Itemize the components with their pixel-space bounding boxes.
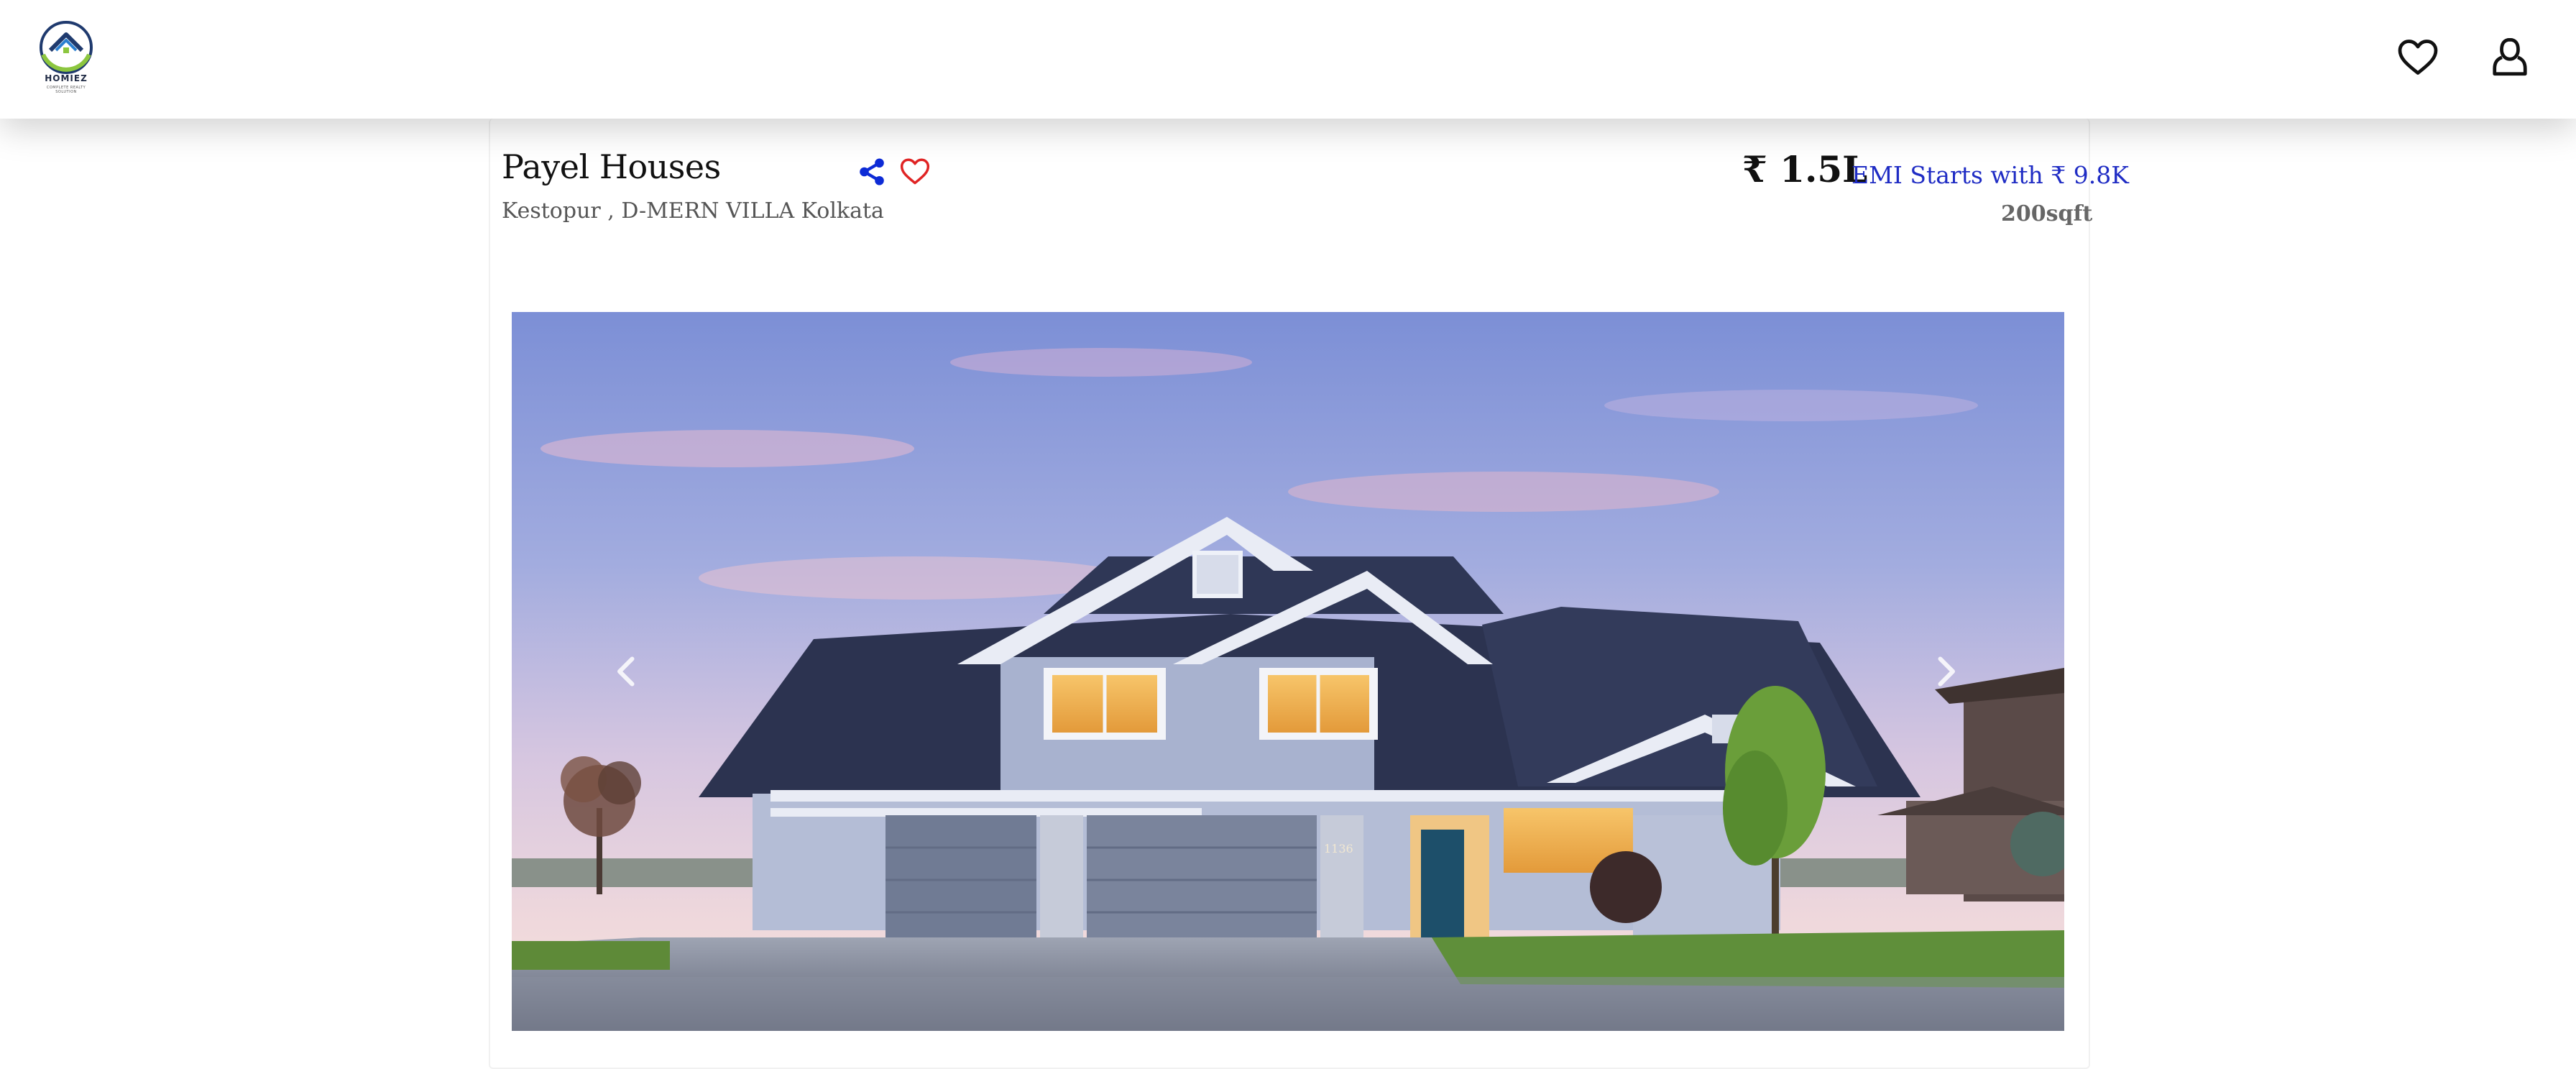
emi-value: ₹ 9.8K bbox=[2051, 161, 2129, 189]
property-price: ₹ 1.5L bbox=[1742, 148, 1868, 191]
emi-label: EMI Starts with bbox=[1852, 161, 2043, 189]
image-carousel[interactable]: 1136 bbox=[512, 312, 2064, 1031]
homiez-logo[interactable]: HOMIEZ COMPLETE REALTY SOLUTION bbox=[36, 17, 96, 99]
navbar: HOMIEZ COMPLETE REALTY SOLUTION bbox=[0, 0, 2576, 119]
logo-tagline: COMPLETE REALTY SOLUTION bbox=[46, 86, 86, 94]
emi-info: EMI Starts with ₹ 9.8K bbox=[1852, 161, 2129, 189]
house-number: 1136 bbox=[1324, 842, 1353, 855]
property-location: Kestopur , D-MERN VILLA Kolkata bbox=[502, 198, 884, 224]
heart-icon[interactable] bbox=[2396, 35, 2439, 79]
house-photo: 1136 bbox=[512, 312, 2064, 1031]
logo-name: HOMIEZ bbox=[45, 73, 88, 83]
property-area: 200sqft bbox=[2001, 201, 2093, 226]
favorite-icon[interactable] bbox=[898, 155, 932, 187]
user-icon[interactable] bbox=[2488, 35, 2531, 79]
share-icon[interactable] bbox=[857, 157, 887, 187]
chevron-right-icon[interactable] bbox=[1924, 650, 1967, 693]
property-title: Payel Houses bbox=[502, 147, 721, 186]
chevron-left-icon[interactable] bbox=[605, 650, 648, 693]
logo-mark bbox=[40, 21, 93, 74]
